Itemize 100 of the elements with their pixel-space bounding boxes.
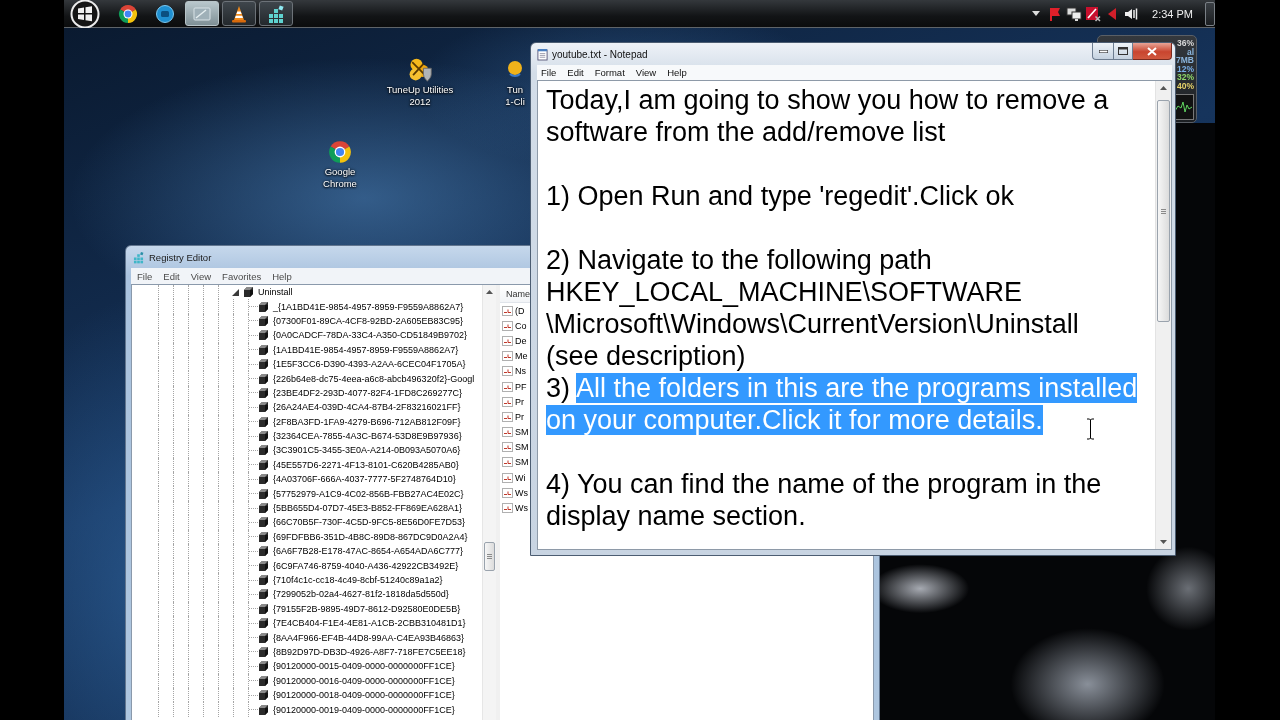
tree-item[interactable]: {26A24AE4-039D-4CA4-87B4-2F83216021FF} [259, 400, 463, 415]
value-item[interactable]: (D [502, 305, 525, 316]
value-item[interactable]: Ns [502, 366, 526, 377]
cube-icon [259, 416, 268, 427]
tools-icon[interactable] [407, 57, 433, 83]
tree-item[interactable]: {3C3901C5-3455-3E0A-A214-0B093A5070A6} [259, 443, 463, 458]
slashed-tile-icon[interactable] [1085, 5, 1102, 22]
minimize-icon [1098, 49, 1108, 53]
tree-item[interactable]: {8AA4F966-EF4B-44D8-99AA-C4EA93B46863} [259, 630, 467, 645]
tree-item[interactable]: {7E4CB404-F1E4-4E81-A1CB-2CBB310481D1} [259, 616, 468, 631]
cube-icon [259, 618, 268, 629]
app-icon [155, 3, 175, 24]
tree-item[interactable]: {07300F01-89CA-4CF8-92BD-2A605EB83C95} [259, 313, 466, 329]
tree-item[interactable]: {66C70B5F-730F-4C5D-9FC5-8E56D0FE7D53} [259, 515, 468, 530]
cube-icon [259, 431, 268, 442]
tree-item[interactable]: {79155F2B-9895-49D7-8612-D92580E0DE5B} [259, 601, 463, 616]
tree-item[interactable]: {710f4c1c-cc18-4c49-8cbf-51240c89a1a2} [259, 572, 445, 588]
scrollbar-thumb[interactable] [484, 542, 495, 571]
gadget-reading: al [1186, 47, 1194, 57]
tree-item[interactable]: {90120000-0016-0409-0000-0000000FF1CE} [259, 673, 457, 688]
menu-item[interactable]: Help [272, 270, 292, 282]
value-item[interactable]: SM [502, 427, 529, 438]
start-button[interactable] [70, 0, 100, 27]
menu-item[interactable]: Favorites [222, 270, 262, 282]
tree-item[interactable]: {1A1BD41E-9854-4957-8959-F9559A8862A7} [259, 342, 461, 357]
menu-item[interactable]: File [137, 270, 153, 282]
value-item[interactable]: SM [502, 442, 529, 453]
cube-icon [259, 330, 268, 341]
taskbar-button[interactable] [222, 1, 256, 26]
cube-icon [259, 402, 268, 413]
value-item[interactable]: De [502, 335, 527, 346]
clock[interactable]: 2:34 PM [1152, 7, 1193, 20]
tree-item[interactable]: {5BB655D4-07D7-45E3-B852-FF869EA628A1} [259, 500, 465, 516]
maximize-icon [1118, 47, 1128, 55]
document-text: HKEY_LOCAL_MACHINE\SOFTWARE [546, 277, 1023, 307]
tree-item[interactable]: {226b64e8-dc75-4eea-a6c8-abcb496320f2}-Googl [259, 371, 477, 386]
tree-item[interactable]: {0A0CADCF-78DA-33C4-A350-CD51849B9702} [259, 328, 470, 343]
value-item[interactable]: Me [502, 351, 528, 362]
cube-icon [259, 301, 268, 312]
tree-item[interactable]: {90120000-0015-0409-0000-0000000FF1CE} [259, 659, 457, 674]
show-desktop-button[interactable] [1205, 1, 1215, 26]
tree-item[interactable]: {32364CEA-7855-4A3C-B674-53D8E9B97936} [259, 428, 464, 444]
scrollbar-thumb[interactable] [1157, 100, 1170, 322]
icon-label: Tun 1-Cli [504, 84, 526, 108]
windows-logo-icon [70, 0, 100, 29]
value-item[interactable]: Pr [502, 411, 524, 422]
document-text: 2) Navigate to the following path [546, 245, 932, 275]
scrollbar[interactable] [482, 285, 496, 720]
cube-icon [259, 387, 268, 398]
tree-item[interactable]: Uninstall [244, 285, 295, 300]
monitors-icon[interactable] [1066, 5, 1083, 22]
tree-item[interactable]: {69FDFBB6-351D-4B8C-89D8-867DC9D0A2A4} [259, 529, 470, 545]
value-item[interactable]: Pr [502, 396, 524, 407]
menu-item[interactable]: Help [667, 67, 687, 78]
tree-item[interactable]: {6C9FA746-8759-4040-A436-42922CB3492E} [259, 558, 461, 573]
value-item[interactable]: Ws [502, 503, 528, 514]
cube-icon [259, 517, 268, 528]
close-icon [1147, 46, 1157, 56]
tree-item[interactable]: {8B92D97D-DB3D-4926-A8F7-718FE7C5EE18} [259, 644, 468, 660]
document-text: (see description) [546, 341, 746, 371]
tree-item[interactable]: {45E557D6-2271-4F13-8101-C620B4285AB0} [259, 457, 461, 473]
window-title: Registry Editor [149, 251, 212, 263]
tree-item[interactable]: {23BE4DF2-293D-4077-82F4-1FD8C269277C} [259, 385, 465, 401]
close-button[interactable] [1133, 43, 1172, 60]
maximize-button[interactable] [1113, 43, 1133, 60]
tree-item[interactable]: {4A03706F-666A-4037-7777-5F2748764D10} [259, 472, 458, 487]
taskbar-button[interactable] [259, 1, 293, 26]
tree-item[interactable]: {2F8BA3FD-1FA9-4279-B696-712AB812F09F} [259, 414, 463, 429]
document-text: Today,I am going to show you how to remove a [546, 85, 1109, 115]
menu-item[interactable]: Edit [163, 270, 180, 282]
tree-item[interactable]: {1E5F3CC6-D390-4393-A2AA-6CEC04F1705A} [259, 356, 468, 372]
cube-icon [259, 503, 268, 514]
expand-arrow-icon[interactable] [232, 288, 239, 296]
cube-icon [259, 315, 268, 326]
menu-item[interactable]: File [541, 67, 557, 78]
value-item[interactable]: Wi [502, 472, 526, 483]
tree-item[interactable]: {90120000-0018-0409-0000-0000000FF1CE} [259, 687, 457, 703]
value-item[interactable]: Co [502, 320, 527, 331]
value-item[interactable]: SM [502, 457, 529, 468]
browser-icon[interactable] [328, 140, 352, 164]
menu-item[interactable]: View [190, 270, 212, 282]
tree-item[interactable]: {7299052b-02a4-4627-81f2-1818da5d550d} [259, 587, 451, 602]
document-text: \Microsoft\Windows\CurrentVersion\Uninstall [546, 309, 1079, 339]
tree-item[interactable]: {6A6F7B28-E178-47AC-8654-A654ADA6C777} [259, 544, 466, 559]
gadget-reading: 40% [1177, 81, 1194, 91]
cube-icon [259, 690, 268, 701]
value-item[interactable]: Ws [502, 487, 528, 498]
menu-item[interactable]: Format [594, 67, 625, 78]
value-item[interactable]: PF [502, 381, 527, 392]
gadget-reading: 7MB [1176, 56, 1194, 65]
scrollbar[interactable] [1155, 81, 1171, 549]
down-arrow-icon [1160, 540, 1167, 544]
tree-item[interactable]: _{1A1BD41E-9854-4957-8959-F9559A8862A7} [259, 299, 466, 314]
cube-icon [259, 546, 268, 557]
tree-item[interactable]: {57752979-A1C9-4C02-856B-FBB27AC4E02C} [259, 486, 466, 501]
menu-item[interactable]: View [635, 67, 657, 78]
menu-item[interactable]: Edit [567, 67, 584, 78]
cubes-icon [132, 250, 145, 264]
tree-item[interactable]: {90120000-0019-0409-0000-0000000FF1CE} [259, 702, 457, 717]
minimize-button[interactable] [1092, 43, 1113, 60]
